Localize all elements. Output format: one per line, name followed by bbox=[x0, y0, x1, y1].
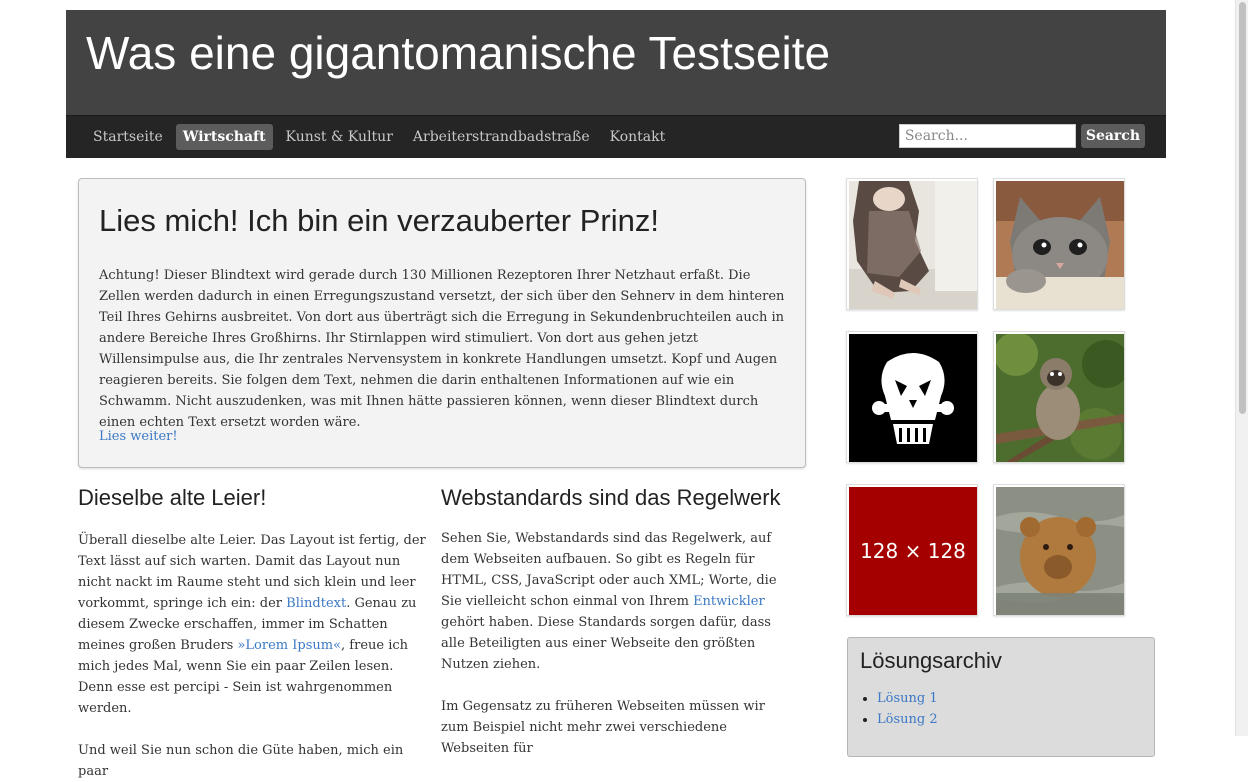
monkey-image bbox=[996, 334, 1124, 462]
article-left-title: Dieselbe alte Leier! bbox=[78, 485, 267, 510]
lorem-ipsum-link[interactable]: »Lorem Ipsum« bbox=[237, 638, 341, 653]
article-right-paragraph-2: Im Gegensatz zu früheren Webseiten müsse… bbox=[441, 699, 765, 756]
nav-item-startseite[interactable]: Startseite bbox=[86, 124, 170, 150]
scrollbar-thumb[interactable] bbox=[1239, 2, 1246, 414]
thumbnail-woman[interactable] bbox=[846, 178, 978, 310]
article-right: Webstandards sind das Regelwerk Sehen Si… bbox=[441, 487, 791, 759]
hero-text: Achtung! Dieser Blindtext wird gerade du… bbox=[99, 268, 785, 430]
archive-item: Lösung 2 bbox=[877, 709, 1142, 730]
article-right-paragraph-1: Sehen Sie, Webstandards sind das Regelwe… bbox=[441, 528, 791, 675]
woman-image bbox=[849, 181, 977, 309]
archive-link-2[interactable]: Lösung 2 bbox=[877, 712, 938, 727]
main-navigation: Startseite Wirtschaft Kunst & Kultur Arb… bbox=[66, 115, 1166, 158]
blindtext-link[interactable]: Blindtext bbox=[286, 596, 346, 611]
nav-item-kontakt[interactable]: Kontakt bbox=[603, 124, 673, 150]
nav-item-wirtschaft[interactable]: Wirtschaft bbox=[175, 124, 273, 150]
thumbnail-monkey[interactable] bbox=[993, 331, 1125, 463]
article-left-paragraph-2: Und weil Sie nun schon die Güte haben, m… bbox=[78, 743, 404, 779]
nav-item-kunst-kultur[interactable]: Kunst & Kultur bbox=[279, 124, 400, 150]
article-left-paragraph-1: Überall dieselbe alte Leier. Das Layout … bbox=[78, 530, 428, 719]
nav-item-arbeiterstrandbadstrasse[interactable]: Arbeiterstrandbadstraße bbox=[406, 124, 597, 150]
archive-item: Lösung 1 bbox=[877, 688, 1142, 709]
placeholder-image: 128 × 128 bbox=[849, 487, 977, 615]
archive-link-1[interactable]: Lösung 1 bbox=[877, 691, 938, 706]
thumbnail-placeholder[interactable]: 128 × 128 bbox=[846, 484, 978, 616]
thumbnail-skull[interactable] bbox=[846, 331, 978, 463]
kitten-image bbox=[996, 181, 1124, 309]
text-span: gehört haben. Diese Standards sorgen daf… bbox=[441, 615, 771, 672]
bear-image bbox=[996, 487, 1124, 615]
article-left: Dieselbe alte Leier! Überall dieselbe al… bbox=[78, 487, 428, 782]
search-button[interactable]: Search bbox=[1080, 124, 1145, 148]
archive-list: Lösung 1 Lösung 2 bbox=[860, 688, 1142, 730]
thumbnail-bear[interactable] bbox=[993, 484, 1125, 616]
read-more-link[interactable]: Lies weiter! bbox=[99, 429, 178, 444]
search-form: Search bbox=[898, 124, 1145, 148]
entwickler-link[interactable]: Entwickler bbox=[693, 594, 765, 609]
hero-title: Lies mich! Ich bin ein verzauberter Prin… bbox=[99, 203, 659, 238]
search-input[interactable] bbox=[898, 124, 1076, 148]
nav-menu: Startseite Wirtschaft Kunst & Kultur Arb… bbox=[86, 124, 672, 150]
thumbnail-kitten[interactable] bbox=[993, 178, 1125, 310]
page-scrollbar[interactable] bbox=[1235, 0, 1248, 736]
archive-title: Lösungsarchiv bbox=[860, 648, 1002, 673]
masthead: Was eine gigantomanische Testseite bbox=[66, 10, 1166, 115]
skull-image bbox=[849, 334, 977, 462]
archive-box: Lösungsarchiv Lösung 1 Lösung 2 bbox=[847, 637, 1155, 757]
page-wrapper: Was eine gigantomanische Testseite Start… bbox=[66, 10, 1166, 158]
site-title[interactable]: Was eine gigantomanische Testseite bbox=[86, 26, 830, 80]
hero-box: Lies mich! Ich bin ein verzauberter Prin… bbox=[78, 178, 806, 468]
article-right-title: Webstandards sind das Regelwerk bbox=[441, 485, 781, 510]
placeholder-label: 128 × 128 bbox=[860, 539, 966, 563]
